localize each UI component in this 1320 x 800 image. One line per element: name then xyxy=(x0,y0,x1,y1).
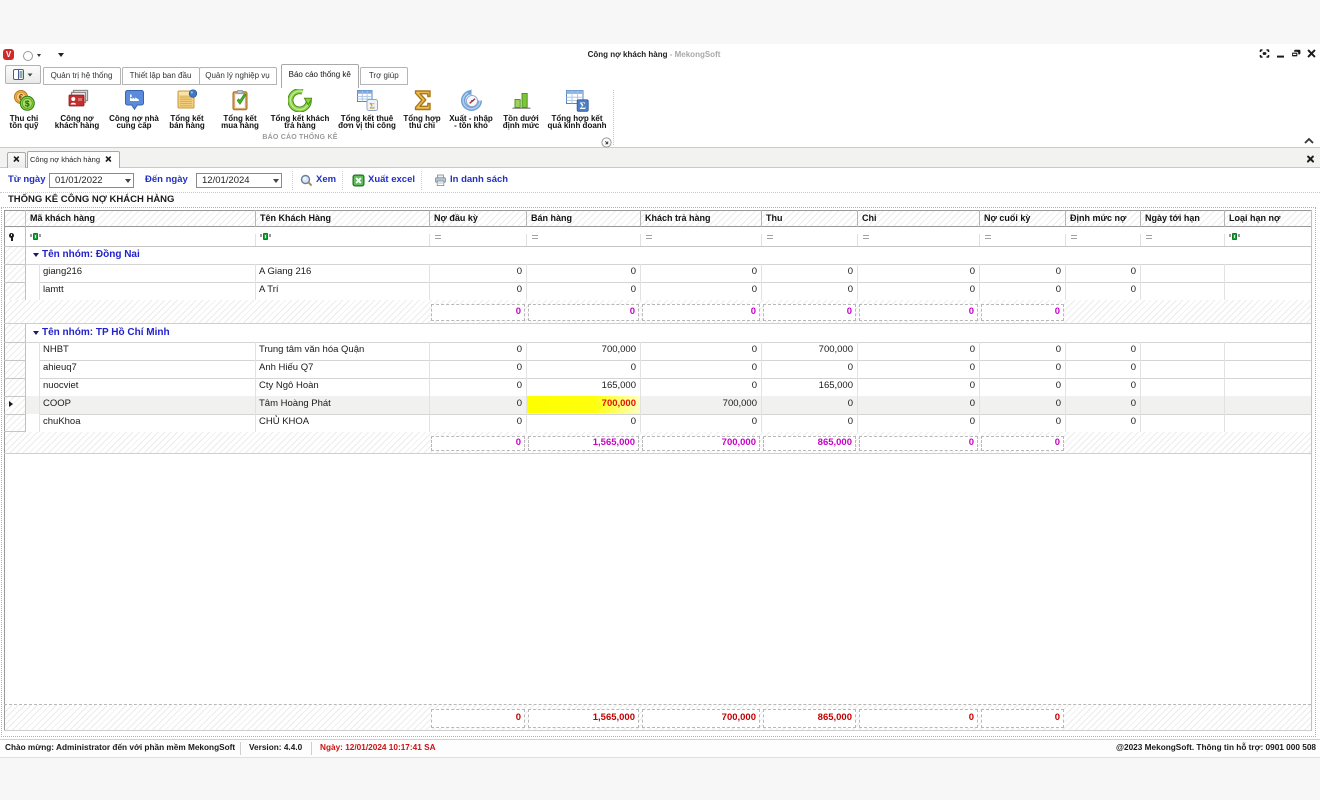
svg-text:Σ: Σ xyxy=(369,100,375,110)
svg-text:Σ: Σ xyxy=(580,102,586,112)
svg-text:$: $ xyxy=(25,99,30,109)
